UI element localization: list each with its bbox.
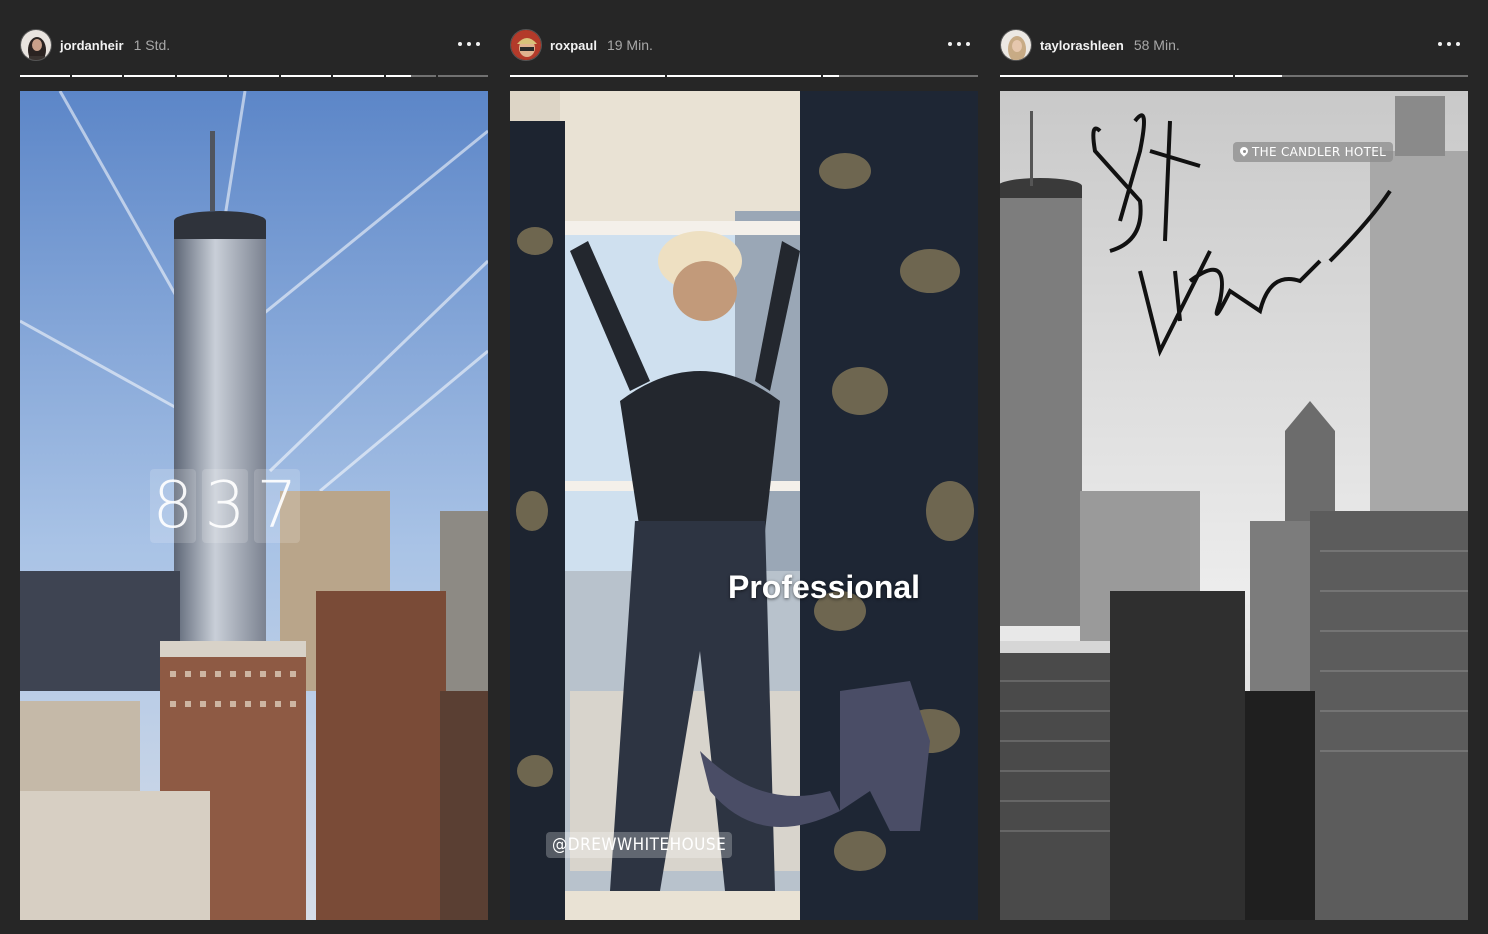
location-sticker[interactable]: THE CANDLER HOTEL bbox=[1233, 142, 1394, 162]
clock-digit: 8 bbox=[150, 469, 196, 543]
location-label: THE CANDLER HOTEL bbox=[1252, 145, 1387, 159]
progress-segment bbox=[228, 75, 280, 77]
progress-segment bbox=[176, 75, 227, 77]
caption-text[interactable]: Professional bbox=[728, 569, 920, 606]
story-header: taylorashleen 58 Min. bbox=[1000, 28, 1468, 62]
more-options-button[interactable] bbox=[948, 34, 970, 54]
location-pin-icon bbox=[1240, 147, 1248, 157]
progress-segment bbox=[1235, 75, 1468, 77]
story-header: roxpaul 19 Min. bbox=[510, 28, 978, 62]
progress-segment bbox=[20, 75, 71, 77]
story-media-image[interactable]: THE CANDLER HOTEL bbox=[1000, 91, 1468, 920]
timestamp: 1 Std. bbox=[133, 37, 171, 53]
progress-segment bbox=[385, 75, 436, 77]
timestamp: 58 Min. bbox=[1133, 37, 1180, 53]
story-media-image[interactable]: 8 3 7 bbox=[20, 91, 488, 920]
progress-segment bbox=[510, 75, 665, 77]
progress-segment bbox=[281, 75, 332, 77]
more-horizontal-icon bbox=[1438, 42, 1442, 46]
clock-sticker[interactable]: 8 3 7 bbox=[150, 469, 300, 543]
progress-segment bbox=[823, 75, 979, 77]
story-progress-bar bbox=[1000, 75, 1468, 77]
story-card-jordanheir: jordanheir 1 Std. 8 3 7 bbox=[20, 0, 488, 934]
progress-segment bbox=[666, 75, 822, 77]
progress-segment bbox=[124, 75, 175, 77]
username[interactable]: jordanheir bbox=[60, 38, 124, 53]
more-horizontal-icon bbox=[948, 42, 952, 46]
avatar[interactable] bbox=[20, 29, 52, 61]
clock-digit: 7 bbox=[254, 469, 300, 543]
story-card-taylorashleen: taylorashleen 58 Min. THE CANDLER HOTEL bbox=[1000, 0, 1468, 934]
progress-segment bbox=[72, 75, 123, 77]
progress-segment bbox=[1000, 75, 1233, 77]
story-progress-bar bbox=[510, 75, 979, 77]
avatar[interactable] bbox=[510, 29, 542, 61]
more-options-button[interactable] bbox=[458, 34, 480, 54]
username[interactable]: taylorashleen bbox=[1040, 38, 1124, 53]
progress-segment bbox=[333, 75, 384, 77]
avatar[interactable] bbox=[1000, 29, 1032, 61]
story-progress-bar bbox=[20, 75, 488, 77]
story-header: jordanheir 1 Std. bbox=[20, 28, 488, 62]
timestamp: 19 Min. bbox=[606, 37, 653, 53]
story-media-image[interactable]: Professional @DREWWHITEHOUSE bbox=[510, 91, 978, 920]
story-card-roxpaul: roxpaul 19 Min. Professional @DREWWHITEH… bbox=[510, 0, 979, 934]
more-horizontal-icon bbox=[458, 42, 462, 46]
progress-segment bbox=[437, 75, 488, 77]
more-options-button[interactable] bbox=[1438, 34, 1460, 54]
mention-tag[interactable]: @DREWWHITEHOUSE bbox=[546, 832, 733, 858]
clock-digit: 3 bbox=[202, 469, 248, 543]
username[interactable]: roxpaul bbox=[550, 38, 597, 53]
